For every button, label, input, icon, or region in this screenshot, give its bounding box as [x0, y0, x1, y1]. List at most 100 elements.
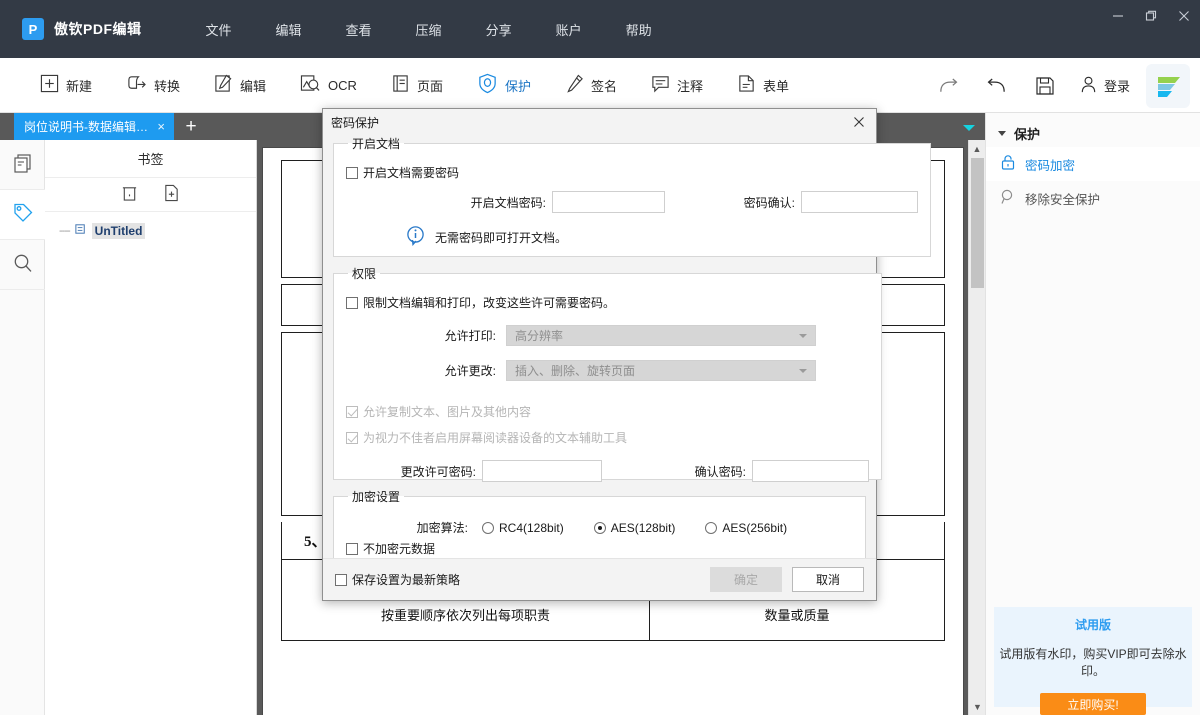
accessibility-label: 为视力不佳者启用屏幕阅读器设备的文本辅助工具	[363, 429, 627, 446]
restrict-editing-checkbox[interactable]	[346, 297, 358, 309]
main-toolbar: 新建 转换 编辑 OCR	[0, 58, 1200, 113]
toolbar-button-page[interactable]: 页面	[381, 70, 453, 100]
encryption-option-aes256[interactable]: AES(256bit)	[705, 521, 787, 535]
menu-item-edit[interactable]: 编辑	[254, 14, 324, 45]
open-document-checkbox-row[interactable]: 开启文档需要密码	[346, 164, 918, 181]
toolbar-label-ocr: OCR	[328, 78, 357, 93]
encryption-option-aes128[interactable]: AES(128bit)	[594, 521, 676, 535]
restrict-editing-checkbox-row[interactable]: 限制文档编辑和打印，改变这些许可需要密码。	[346, 294, 869, 311]
menu-item-help[interactable]: 帮助	[604, 14, 674, 45]
toolbar-button-ocr[interactable]: OCR	[290, 70, 367, 100]
sidebar-item-bookmarks[interactable]	[0, 190, 45, 240]
minimize-icon[interactable]	[1101, 0, 1134, 32]
toolbar-label-form: 表单	[763, 76, 789, 95]
allow-printing-label: 允许打印:	[346, 327, 496, 344]
document-tab[interactable]: 岗位说明书-数据编辑···· ×	[14, 113, 174, 140]
cancel-button[interactable]: 取消	[792, 567, 864, 592]
chevron-down-icon	[799, 369, 807, 373]
chevron-down-icon	[799, 334, 807, 338]
delete-bookmark-button[interactable]	[119, 184, 141, 206]
redo-arrow-icon[interactable]	[925, 66, 973, 106]
scrollbar-thumb[interactable]	[971, 158, 984, 288]
permission-password-row: 更改许可密码: 确认密码:	[346, 460, 869, 482]
trial-message: 试用版有水印，购买VIP即可去除水印。	[994, 645, 1192, 679]
allow-copy-label: 允许复制文本、图片及其他内容	[363, 403, 531, 420]
encryption-option-rc4[interactable]: RC4(128bit)	[482, 521, 564, 535]
maximize-icon[interactable]	[1134, 0, 1167, 32]
permissions-group: 权限 限制文档编辑和打印，改变这些许可需要密码。 允许打印: 高分辨率 允许更改…	[333, 265, 882, 480]
chevron-down-icon[interactable]	[963, 125, 975, 131]
lock-icon	[1000, 154, 1016, 174]
bookmark-tree-item[interactable]: ---- UnTitled	[59, 222, 256, 239]
buy-now-button[interactable]: 立即购买!	[1040, 693, 1146, 715]
protect-panel-header[interactable]: 保护	[986, 119, 1200, 147]
close-icon[interactable]: ×	[154, 119, 168, 134]
close-icon[interactable]	[1167, 0, 1200, 32]
allow-printing-select[interactable]: 高分辨率	[506, 325, 816, 346]
save-floppy-icon[interactable]	[1021, 66, 1069, 106]
accessibility-checkbox-row[interactable]: 为视力不佳者启用屏幕阅读器设备的文本辅助工具	[346, 429, 869, 446]
sidebar-item-pages[interactable]	[0, 140, 45, 190]
undo-arrow-icon[interactable]	[973, 66, 1021, 106]
bookmark-panel-title: 书签	[45, 140, 256, 178]
menu-item-compress[interactable]: 压缩	[394, 14, 464, 45]
accessibility-checkbox[interactable]	[346, 432, 358, 444]
close-icon[interactable]	[846, 111, 872, 133]
allow-copy-checkbox-row[interactable]: 允许复制文本、图片及其他内容	[346, 403, 869, 420]
password-protection-dialog: 密码保护 开启文档 开启文档需要密码 开启文档密码: 密码确认:	[322, 108, 877, 601]
toolbar-button-new[interactable]: 新建	[30, 70, 102, 100]
encryption-radio-aes128[interactable]	[594, 522, 606, 534]
open-document-password-label: 开启文档密码:	[346, 194, 546, 211]
page-icon	[391, 74, 410, 96]
toolbar-button-form[interactable]: 表单	[727, 70, 799, 100]
encryption-option-aes256-label: AES(256bit)	[722, 521, 787, 535]
encryption-legend: 加密设置	[348, 488, 404, 505]
ok-button[interactable]: 确定	[710, 567, 782, 592]
permissions-legend: 权限	[348, 265, 380, 282]
login-button[interactable]: 登录	[1069, 75, 1140, 97]
toolbar-button-comment[interactable]: 注释	[641, 70, 713, 100]
bookmark-panel: 书签 ---- UnTitled	[45, 140, 257, 715]
add-tab-button[interactable]: +	[174, 113, 208, 140]
sidebar-item-search[interactable]	[0, 240, 45, 290]
panel-item-remove-security[interactable]: 移除安全保护	[986, 181, 1200, 215]
scroll-down-icon[interactable]: ▼	[969, 698, 985, 715]
toolbar-button-edit[interactable]: 编辑	[204, 70, 276, 100]
search-icon	[12, 252, 34, 277]
convert-icon	[126, 74, 147, 96]
menu-item-account[interactable]: 账户	[534, 14, 604, 45]
no-metadata-checkbox[interactable]	[346, 543, 358, 555]
menu-item-file[interactable]: 文件	[184, 14, 254, 45]
brand-layers-icon[interactable]	[1146, 64, 1190, 108]
save-policy-checkbox[interactable]	[335, 574, 347, 586]
open-document-confirm-input[interactable]	[801, 191, 918, 213]
allow-changes-select[interactable]: 插入、删除、旋转页面	[506, 360, 816, 381]
toolbar-button-protect[interactable]: 保护	[467, 69, 541, 101]
panel-item-password-encrypt[interactable]: 密码加密	[986, 147, 1200, 181]
open-document-password-input[interactable]	[552, 191, 665, 213]
save-policy-checkbox-row[interactable]: 保存设置为最新策略	[335, 571, 460, 588]
no-metadata-label: 不加密元数据	[363, 540, 435, 557]
dialog-title-bar: 密码保护	[323, 109, 876, 135]
menu-item-share[interactable]: 分享	[464, 14, 534, 45]
allow-copy-checkbox[interactable]	[346, 406, 358, 418]
menu-item-view[interactable]: 查看	[324, 14, 394, 45]
permission-confirm-input[interactable]	[752, 460, 869, 482]
ocr-scan-icon	[300, 74, 321, 96]
open-document-checkbox-label: 开启文档需要密码	[363, 164, 459, 181]
open-document-checkbox[interactable]	[346, 167, 358, 179]
no-metadata-checkbox-row[interactable]: 不加密元数据	[346, 540, 853, 557]
toolbar-label-page: 页面	[417, 76, 443, 95]
encryption-radio-aes256[interactable]	[705, 522, 717, 534]
toolbar-label-comment: 注释	[677, 76, 703, 95]
scroll-up-icon[interactable]: ▲	[969, 140, 985, 157]
window-controls	[1101, 0, 1200, 40]
add-bookmark-button[interactable]	[161, 184, 183, 206]
viewer-vertical-scrollbar[interactable]: ▲ ▼	[968, 140, 985, 715]
menu-bar: 文件 编辑 查看 压缩 分享 账户 帮助	[184, 14, 674, 45]
encryption-radio-rc4[interactable]	[482, 522, 494, 534]
bookmark-node-icon	[74, 222, 88, 239]
permission-password-input[interactable]	[482, 460, 602, 482]
toolbar-button-convert[interactable]: 转换	[116, 70, 190, 100]
toolbar-button-signature[interactable]: 签名	[555, 70, 627, 100]
